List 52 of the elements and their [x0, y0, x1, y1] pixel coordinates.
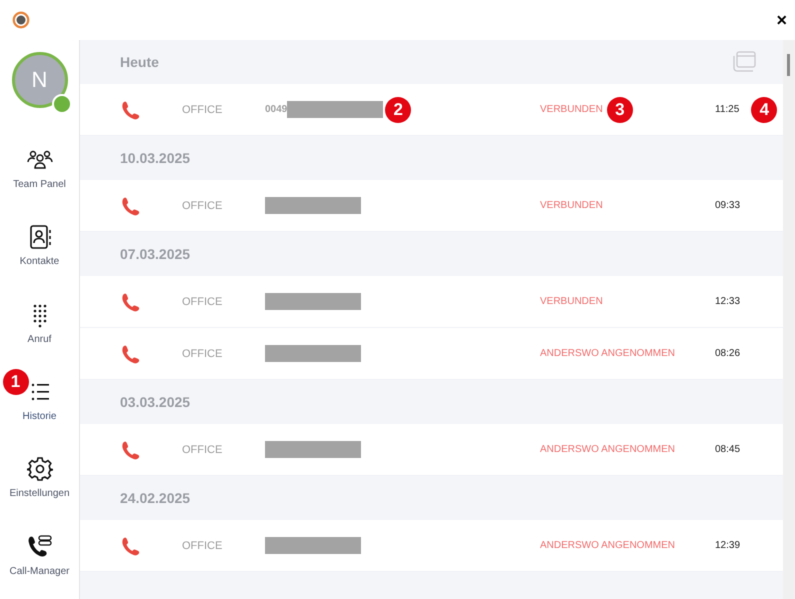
call-status: VERBUNDEN: [540, 296, 603, 307]
settings-icon: [26, 456, 52, 482]
callout-marker: 1: [2, 368, 28, 395]
phone-number: 0049: [265, 104, 288, 115]
line-label: OFFICE: [182, 296, 224, 308]
date-heading: 10.03.2025: [120, 150, 190, 166]
nav-item[interactable]: Anruf: [0, 290, 80, 367]
call-status: ANDERSWO ANGENOMMEN: [540, 444, 676, 455]
close-button[interactable]: ×: [774, 10, 789, 30]
date-heading: 07.03.2025: [120, 246, 190, 262]
line-label: OFFICE: [182, 444, 224, 456]
windows-icon[interactable]: [731, 51, 757, 73]
logo-icon: [12, 11, 30, 29]
phone-icon: [120, 344, 140, 364]
call-status: ANDERSWO ANGENOMMEN: [540, 348, 676, 359]
phone-icon: [120, 292, 140, 312]
line-label: OFFICE: [182, 104, 224, 116]
call-time: 08:26: [715, 348, 740, 359]
phone-icon: [120, 536, 140, 556]
call-time: 08:45: [715, 444, 740, 455]
call-status: ANDERSWO ANGENOMMEN: [540, 540, 676, 551]
call-row[interactable]: OFFICE VERBUNDEN 09:33: [80, 180, 783, 232]
call-time: 11:25: [715, 104, 740, 115]
nav-item[interactable]: Team Panel: [0, 135, 80, 212]
call-time: 09:33: [715, 200, 740, 211]
call-row[interactable]: OFFICE VERBUNDEN 12:33: [80, 276, 783, 328]
callout-marker: 4: [751, 96, 778, 122]
call-row[interactable]: OFFICE ANDERSWO ANGENOMMEN 08:26: [80, 328, 783, 380]
callout-marker: 2: [385, 96, 412, 122]
date-heading: 03.03.2025: [120, 394, 190, 410]
scrollbar[interactable]: [783, 40, 795, 599]
line-label: OFFICE: [182, 348, 224, 360]
call-status: VERBUNDEN: [540, 200, 603, 211]
nav-item[interactable]: Einstellungen: [0, 444, 80, 522]
callout-marker: 3: [606, 96, 633, 122]
nav-item[interactable]: Kontakte: [0, 212, 80, 290]
phone-icon: [120, 440, 140, 460]
line-label: OFFICE: [182, 540, 224, 552]
phone-icon: [120, 100, 140, 120]
call-status: VERBUNDEN: [540, 104, 603, 115]
date-heading: Heute: [120, 54, 159, 70]
call-row[interactable]: OFFICE 0049 2 VERBUNDEN 3 11:25 4: [80, 84, 783, 136]
nav-item[interactable]: Call-Manager: [0, 522, 80, 599]
nav-item[interactable]: Historie 1: [0, 366, 80, 444]
call-time: 12:39: [715, 540, 740, 551]
call-row[interactable]: OFFICE ANDERSWO ANGENOMMEN 12:39: [80, 520, 783, 572]
call-row[interactable]: OFFICE ANDERSWO ANGENOMMEN 08:45: [80, 424, 783, 476]
scroll-thumb[interactable]: [787, 54, 790, 76]
date-heading: 24.02.2025: [120, 490, 190, 506]
call-time: 12:33: [715, 296, 740, 307]
line-label: OFFICE: [182, 200, 224, 212]
phone-icon: [120, 196, 140, 216]
